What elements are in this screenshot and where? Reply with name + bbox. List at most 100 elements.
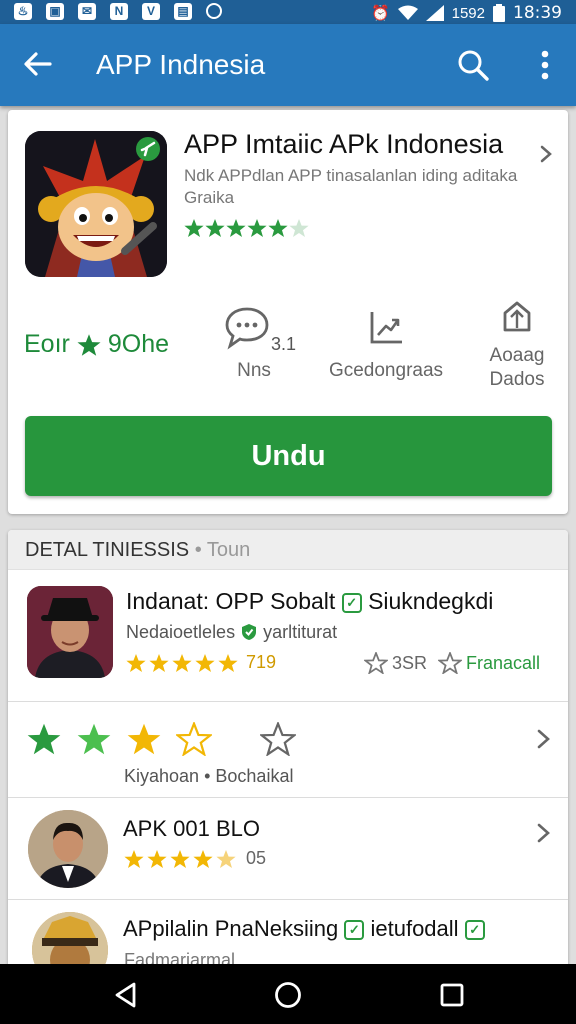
downloads-label: Gcedongraas	[328, 360, 444, 381]
shield-check-icon	[242, 624, 257, 640]
list-item-rating: 719	[126, 652, 276, 673]
back-arrow-icon[interactable]	[22, 48, 54, 80]
list-item-rating: 05	[124, 848, 266, 869]
person-photo-icon	[28, 810, 108, 888]
share-label-line2: Dados	[489, 369, 545, 390]
list-item[interactable]: Indanat: OPP Sobalt ✓ Siukndegkdi Nedaio…	[8, 570, 568, 702]
app-card: APP Imtaiic APk Indonesia Ndk APPdlan AP…	[8, 110, 568, 514]
list-item-subtitle-text: Nedaioetleles	[126, 622, 236, 642]
share-label-line1: Aoaag	[489, 345, 545, 366]
app-name: APP Imtaiic APk Indonesia	[184, 129, 504, 159]
install-button[interactable]: Undu	[25, 416, 552, 496]
list-item-stat-text: 3SR	[392, 652, 428, 673]
app-bar-title: APP Indnesia	[96, 49, 266, 80]
clock: 18:39	[513, 3, 562, 23]
avatar	[28, 810, 108, 888]
app-icon[interactable]	[25, 131, 167, 277]
star-outline-icon	[438, 652, 462, 674]
notes-icon: N	[110, 3, 128, 20]
nav-recents-icon[interactable]	[438, 981, 466, 1009]
rate-stars	[26, 722, 296, 756]
list-item-title-text: APpilalin PnaNeksiing	[123, 916, 339, 941]
screenshot-icon: ▣	[46, 3, 64, 20]
star-icon	[77, 333, 101, 356]
rating-count: 05	[246, 848, 267, 868]
list-item-stat: 3SR	[364, 652, 427, 674]
list-item[interactable]: APpilalin PnaNeksiing ✓ ietufodall ✓ Fad…	[8, 900, 568, 970]
battery-icon	[493, 4, 505, 22]
reviews-stat[interactable]: 3.1 Nns	[208, 296, 308, 382]
list-item-title: Indanat: OPP Sobalt ✓ Siukndegkdi	[126, 588, 493, 615]
rating-stat: Eoır 9Ohe	[24, 330, 169, 359]
list-item-subtitle-tail: yarltiturat	[263, 622, 338, 642]
star-outline-yellow-icon[interactable]	[176, 722, 212, 756]
person-photo-icon	[32, 912, 108, 970]
star-rating-icon	[184, 219, 309, 237]
list-item-title-tail: ietufodall	[370, 916, 459, 941]
rate-app-row[interactable]: Kiyahoan • Bochaikal	[8, 702, 568, 798]
section-header: DETAL TINIESSIS • Toun	[8, 530, 568, 570]
share-icon	[503, 301, 531, 332]
app-bar: APP Indnesia	[0, 24, 576, 106]
avatar	[27, 586, 113, 678]
star-rating-icon	[126, 653, 238, 672]
chevron-right-icon[interactable]	[538, 144, 554, 164]
shop-icon: ▤	[174, 3, 192, 20]
rating-stat-value: 9Ohe	[107, 330, 170, 358]
star-outline-gray-icon[interactable]	[260, 722, 296, 756]
rate-label-2: Bochaikal	[215, 766, 294, 786]
navigation-bar	[0, 964, 576, 1024]
reviews-label: Nns	[237, 360, 271, 381]
nav-home-icon[interactable]	[274, 981, 302, 1009]
list-item-title-text: Indanat: OPP Sobalt	[126, 588, 336, 614]
rating-count: 719	[246, 652, 277, 672]
search-icon[interactable]	[456, 48, 490, 82]
star-filled-green-icon[interactable]	[26, 722, 62, 756]
details-card: DETAL TINIESSIS • Toun Indanat: OPP Soba…	[8, 530, 568, 970]
person-photo-icon	[27, 586, 113, 678]
cell-signal-icon	[425, 5, 444, 21]
list-item-link-text: Franacall	[466, 652, 541, 673]
star-filled-yellow-icon[interactable]	[126, 722, 162, 756]
section-subtitle: Toun	[206, 539, 251, 561]
verified-badge-icon: ✓	[344, 920, 365, 940]
reviews-count: 3.1	[271, 334, 297, 354]
sync-icon	[206, 3, 222, 19]
avatar	[32, 912, 108, 970]
status-bar: ♨ ▣ ✉ N V ▤ ⏰ 1592 18:39	[0, 0, 576, 24]
bookmark-icon: V	[142, 3, 160, 20]
downloads-stat[interactable]: Gcedongraas	[326, 296, 446, 382]
star-rating-icon	[124, 849, 236, 868]
chat-bubble-icon	[225, 307, 269, 350]
jester-mascot-icon	[25, 131, 167, 277]
list-item-link[interactable]: Franacall	[438, 652, 540, 674]
alarm-icon: ⏰	[370, 5, 390, 22]
verified-badge-icon: ✓	[341, 593, 362, 613]
signal-text: 1592	[451, 4, 485, 22]
list-item[interactable]: APK 001 BLO 05	[8, 798, 568, 900]
system-indicators: ⏰ 1592 18:39	[371, 3, 562, 23]
chevron-right-icon[interactable]	[536, 822, 552, 844]
rating-stat-label: Eoır	[24, 330, 70, 358]
chevron-right-icon[interactable]	[536, 728, 552, 750]
star-filled-green-icon[interactable]	[76, 722, 112, 756]
rate-label-1: Kiyahoan	[124, 766, 200, 786]
mail-icon: ✉	[78, 3, 96, 20]
verified-badge-icon: ✓	[464, 920, 485, 940]
share-stat[interactable]: Aoaag Dados	[474, 296, 560, 392]
list-item-subtitle: Nedaioetleles yarltiturat	[126, 622, 337, 643]
download-chart-icon	[370, 312, 402, 344]
list-item-title: APK 001 BLO	[123, 816, 260, 841]
star-outline-icon	[364, 652, 388, 674]
flame-icon: ♨	[14, 3, 32, 20]
wifi-icon	[397, 5, 418, 20]
rate-labels: Kiyahoan • Bochaikal	[124, 766, 293, 787]
section-title: DETAL TINIESSIS	[25, 539, 190, 561]
more-options-icon[interactable]	[530, 48, 560, 82]
list-item-title-tail: Siukndegkdi	[368, 588, 494, 614]
app-description: Ndk APPdlan APP tinasalanlan iding adita…	[184, 166, 518, 207]
nav-back-icon[interactable]	[112, 981, 140, 1009]
notification-icons: ♨ ▣ ✉ N V ▤	[14, 3, 222, 20]
rate-label-separator: •	[204, 766, 211, 786]
list-item-title: APpilalin PnaNeksiing ✓ ietufodall ✓	[123, 916, 485, 942]
